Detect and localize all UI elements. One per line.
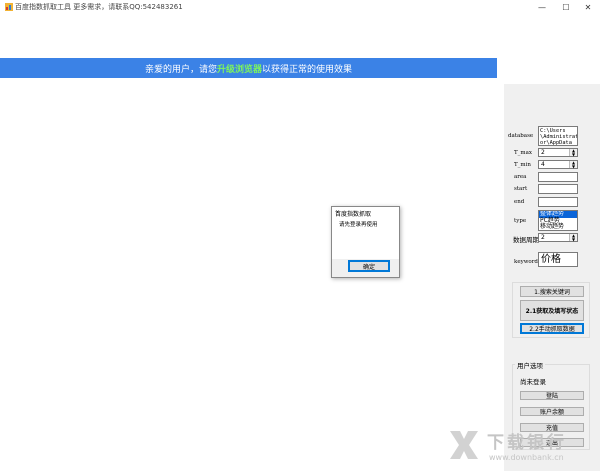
dialog-title-bar: 百度指数抓取 ✕ (332, 207, 399, 219)
manual-fetch-button[interactable]: 2.2手动抓取数据 (520, 323, 584, 334)
minimize-button[interactable]: — (530, 0, 554, 14)
t-max-stepper[interactable]: 2 ▲ ▼ (538, 148, 578, 157)
type-listbox[interactable]: 整体趋势 PC趋势 移动趋势 (538, 210, 578, 231)
end-field[interactable] (538, 197, 578, 207)
app-icon (5, 3, 13, 11)
upgrade-browser-banner: 亲爱的用户，请您 升级浏览器 以获得正常的使用效果 (0, 58, 497, 78)
start-field[interactable] (538, 184, 578, 194)
close-button[interactable]: ✕ (576, 0, 600, 14)
type-label: type (514, 218, 527, 224)
keyword-label: keyword: (514, 259, 540, 265)
user-options-title: 用户选项 (515, 360, 545, 370)
spin-arrows-icon[interactable]: ▲ ▼ (569, 160, 577, 168)
title-bar: 百度指数抓取工具 更多需求，请联系QQ:542483261 — ☐ ✕ (0, 0, 600, 14)
login-status: 尚未登录 (520, 378, 546, 386)
type-option-mobile[interactable]: 移动趋势 (539, 223, 577, 230)
search-keywords-button[interactable]: 1.搜索关键词 (520, 286, 584, 297)
database-field[interactable]: C:\Users \Administrat or\AppData (538, 126, 578, 146)
t-max-label: T_max (514, 150, 533, 156)
t-max-value: 2 (541, 149, 545, 156)
upgrade-browser-link[interactable]: 升级浏览器 (217, 62, 262, 75)
end-label: end (514, 199, 525, 205)
dialog-ok-button[interactable]: 确定 (348, 260, 390, 272)
t-min-label: T_min (514, 162, 531, 168)
close-icon[interactable]: ✕ (335, 209, 396, 216)
dialog-message: 请先登录再使用 (339, 222, 378, 228)
period-label: 数据周期 (513, 236, 539, 244)
spin-arrows-icon[interactable]: ▲ ▼ (569, 148, 577, 156)
t-min-value: 4 (541, 161, 545, 168)
maximize-button[interactable]: ☐ (554, 0, 578, 14)
window-title: 百度指数抓取工具 更多需求，请联系QQ:542483261 (15, 3, 183, 11)
area-field[interactable] (538, 172, 578, 182)
watermark-text: 下载银行 (487, 433, 567, 453)
watermark-url: www.downbank.cn (489, 453, 564, 462)
t-min-stepper[interactable]: 4 ▲ ▼ (538, 160, 578, 169)
banner-prefix: 亲爱的用户，请您 (144, 64, 217, 75)
balance-button[interactable]: 账户余额 (520, 407, 584, 416)
database-label: database (508, 133, 534, 139)
watermark-logo-icon (450, 431, 478, 459)
period-stepper[interactable]: 2 ▲ ▼ (538, 233, 578, 242)
message-dialog: 百度指数抓取 ✕ 请先登录再使用 确定 (331, 206, 400, 278)
login-button[interactable]: 登陆 (520, 391, 584, 400)
keyword-field[interactable]: 价格 (538, 252, 578, 267)
banner-suffix: 以获得正常的使用效果 (262, 64, 353, 75)
spin-arrows-icon[interactable]: ▲ ▼ (569, 233, 577, 241)
area-label: area (514, 174, 527, 180)
period-value: 2 (541, 234, 545, 241)
start-label: start (514, 186, 528, 192)
get-status-button[interactable]: 2.1获取及填写状态 (520, 300, 584, 321)
